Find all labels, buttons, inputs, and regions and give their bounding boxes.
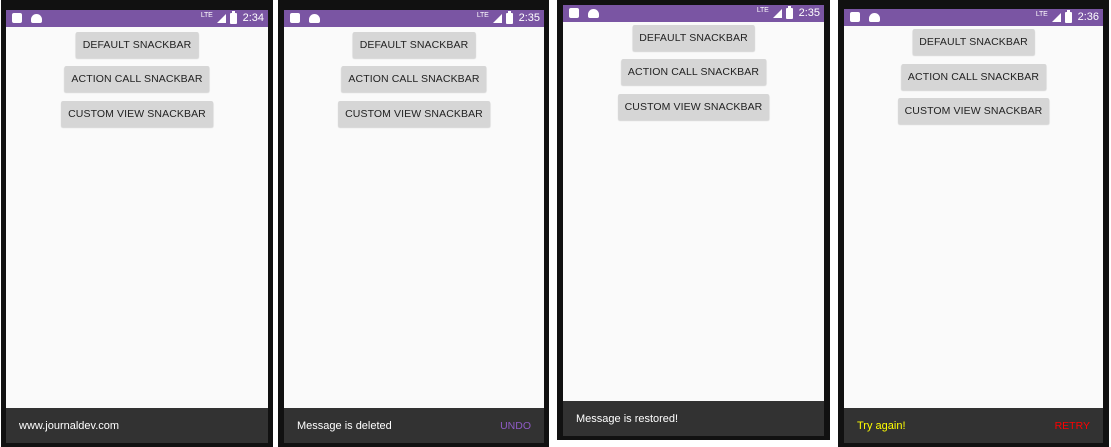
battery-icon [505, 10, 513, 24]
snackbar-retry-action[interactable]: RETRY [1055, 420, 1090, 432]
network-type-label: LTE [1035, 10, 1048, 18]
status-bar: LTE 2:35 [284, 10, 544, 27]
snackbar-message: Message is restored! [576, 413, 679, 425]
status-time: 2:35 [518, 12, 540, 24]
action-call-snackbar-button[interactable]: ACTION CALL SNACKBAR [341, 66, 487, 92]
phone-screenshot-3: LTE 2:35 DEFAULT SNACKBAR ACTION CALL SN… [557, 0, 830, 440]
snackbar: Message is restored! [563, 401, 824, 436]
signal-icon [772, 8, 782, 18]
network-type-label: LTE [476, 11, 489, 19]
network-type-label: LTE [200, 11, 213, 19]
network-type-label: LTE [756, 6, 769, 14]
app-screen: LTE 2:35 DEFAULT SNACKBAR ACTION CALL SN… [284, 10, 544, 443]
sd-card-icon [569, 8, 579, 18]
battery-icon [229, 10, 237, 24]
signal-icon [1051, 12, 1061, 22]
status-bar: LTE 2:34 [6, 10, 268, 27]
sd-card-icon [850, 12, 860, 22]
snackbar: Try again! RETRY [844, 408, 1103, 443]
android-icon [31, 14, 42, 23]
android-icon [588, 9, 599, 18]
default-snackbar-button[interactable]: DEFAULT SNACKBAR [632, 25, 755, 51]
android-icon [309, 14, 320, 23]
status-bar: LTE 2:35 [563, 5, 824, 22]
android-icon [869, 13, 880, 22]
snackbar-undo-action[interactable]: UNDO [500, 420, 531, 432]
sd-card-icon [12, 13, 22, 23]
custom-view-snackbar-button[interactable]: CUSTOM VIEW SNACKBAR [61, 101, 213, 127]
battery-icon [1064, 9, 1072, 23]
action-call-snackbar-button[interactable]: ACTION CALL SNACKBAR [620, 59, 767, 85]
phone-screenshot-1: LTE 2:34 DEFAULT SNACKBAR ACTION CALL SN… [1, 0, 273, 447]
app-screen: LTE 2:35 DEFAULT SNACKBAR ACTION CALL SN… [563, 5, 824, 436]
snackbar: Message is deleted UNDO [284, 408, 544, 443]
app-screen: LTE 2:34 DEFAULT SNACKBAR ACTION CALL SN… [6, 10, 268, 443]
status-time: 2:35 [798, 7, 820, 19]
phone-screenshot-2: LTE 2:35 DEFAULT SNACKBAR ACTION CALL SN… [278, 0, 549, 447]
status-time: 2:36 [1077, 11, 1099, 23]
snackbar-message: www.journaldev.com [19, 420, 120, 432]
status-time: 2:34 [242, 12, 264, 24]
battery-icon [785, 5, 793, 19]
custom-view-snackbar-button[interactable]: CUSTOM VIEW SNACKBAR [617, 94, 770, 120]
signal-icon [492, 13, 502, 23]
default-snackbar-button[interactable]: DEFAULT SNACKBAR [75, 32, 199, 58]
sd-card-icon [290, 13, 300, 23]
snackbar-message: Message is deleted [297, 420, 392, 432]
default-snackbar-button[interactable]: DEFAULT SNACKBAR [912, 29, 1035, 55]
default-snackbar-button[interactable]: DEFAULT SNACKBAR [352, 32, 476, 58]
phone-screenshot-4: LTE 2:36 DEFAULT SNACKBAR ACTION CALL SN… [838, 0, 1109, 447]
snackbar: www.journaldev.com [6, 408, 268, 443]
signal-icon [216, 13, 226, 23]
status-bar: LTE 2:36 [844, 9, 1103, 26]
custom-view-snackbar-button[interactable]: CUSTOM VIEW SNACKBAR [338, 101, 490, 127]
app-screen: LTE 2:36 DEFAULT SNACKBAR ACTION CALL SN… [844, 9, 1103, 443]
action-call-snackbar-button[interactable]: ACTION CALL SNACKBAR [64, 66, 210, 92]
action-call-snackbar-button[interactable]: ACTION CALL SNACKBAR [900, 64, 1047, 90]
snackbar-message: Try again! [857, 420, 906, 432]
custom-view-snackbar-button[interactable]: CUSTOM VIEW SNACKBAR [897, 98, 1050, 124]
